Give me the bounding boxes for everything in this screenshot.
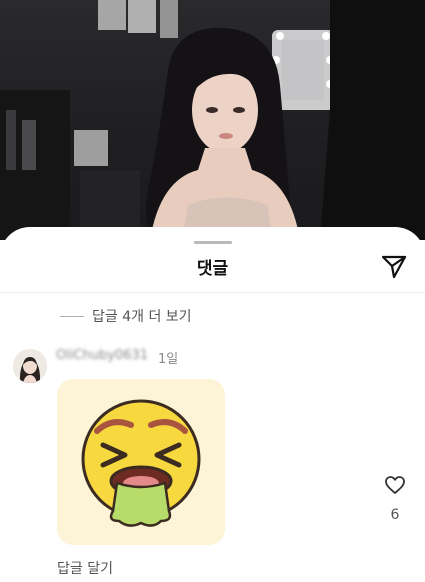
comment-timestamp: 1일 xyxy=(158,352,179,367)
send-button[interactable] xyxy=(380,254,408,280)
like-count: 6 xyxy=(390,507,400,523)
like-button[interactable] xyxy=(384,475,406,495)
comment-item: OliChuby0631 1일 답글 달기 xyxy=(0,342,425,582)
drag-handle[interactable] xyxy=(194,241,232,244)
header-divider xyxy=(0,292,425,293)
avatar[interactable] xyxy=(13,349,47,383)
background-photo xyxy=(0,0,425,240)
nauseated-face-sticker xyxy=(57,379,225,545)
reply-button[interactable]: 답글 달기 xyxy=(57,558,113,578)
comments-sheet: 댓글 답글 4개 더 보기 OliChuby0631 1일 답글 달기 6 xyxy=(0,227,425,582)
send-icon xyxy=(381,255,407,279)
view-more-replies-button[interactable]: 답글 4개 더 보기 xyxy=(60,306,192,326)
comment-username[interactable]: OliChuby0631 xyxy=(56,348,148,363)
sheet-title: 댓글 xyxy=(196,259,229,279)
heart-icon xyxy=(385,476,405,494)
replies-line xyxy=(60,315,84,317)
view-more-replies-label: 답글 4개 더 보기 xyxy=(92,309,192,325)
